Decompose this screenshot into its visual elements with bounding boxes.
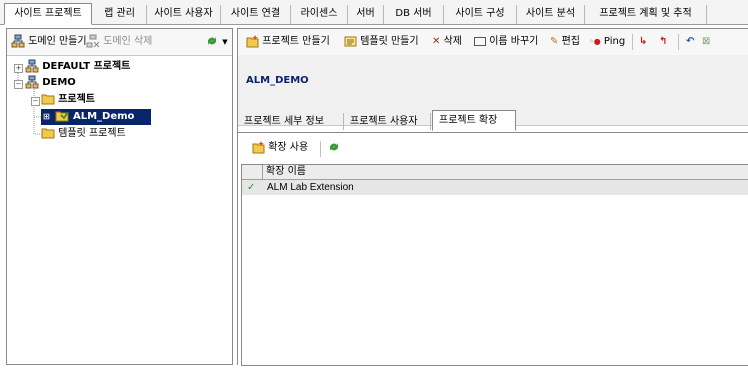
toolbar-separator (678, 34, 679, 50)
tab-servers[interactable]: 서버 (348, 5, 384, 24)
ping-button[interactable]: ◦● Ping (589, 34, 625, 50)
enable-extension-label: 확장 사용 (268, 142, 309, 153)
extension-icon (252, 140, 265, 154)
tree-label: ALM_Demo (72, 111, 135, 122)
create-template-label: 템플릿 만들기 (360, 36, 419, 47)
edit-label: 편집 (561, 36, 580, 47)
tab-project-extensions[interactable]: 프로젝트 확장 (432, 110, 516, 131)
edit-button[interactable]: ✎ 편집 (550, 34, 580, 50)
tab-site-analysis[interactable]: 사이트 분석 (517, 5, 585, 24)
create-template-button[interactable]: 템플릿 만들기 (344, 34, 419, 50)
project-detail-pane: 프로젝트 만들기 템플릿 만들기 ✕ 삭제 이름 바꾸기 ✎ 편집 ◦● Pin… (237, 28, 748, 366)
page-title: ALM_DEMO (246, 75, 309, 86)
delete-domain-label: 도메인 삭제 (103, 36, 153, 47)
top-tab-strip: 사이트 프로젝트 랩 관리 사이트 사용자 사이트 연결 라이센스 서버 DB … (0, 0, 748, 25)
tab-site-users[interactable]: 사이트 사용자 (147, 5, 221, 24)
new-project-icon (246, 34, 259, 48)
tab-project-planning[interactable]: 프로젝트 계획 및 추적 (585, 5, 707, 24)
rename-button[interactable]: 이름 바꾸기 (474, 34, 538, 50)
move-right-icon[interactable]: ↳ (639, 34, 647, 50)
refresh-dropdown-button[interactable]: ▼ (205, 34, 228, 50)
create-domain-label: 도메인 만들기 (28, 36, 87, 47)
tree-connector-lines (17, 73, 42, 135)
create-project-label: 프로젝트 만들기 (262, 36, 330, 47)
tab-site-connections[interactable]: 사이트 연결 (221, 5, 291, 24)
delete-button[interactable]: ✕ 삭제 (432, 34, 462, 50)
extensions-grid: 확장 이름 ✓ ALM Lab Extension (241, 164, 748, 366)
tab-site-configuration[interactable]: 사이트 구성 (444, 5, 517, 24)
project-tree-pane: 도메인 만들기 도메인 삭제 ▼ + DEFAULT 프로젝트 − DEMO −… (6, 28, 233, 365)
ping-label: Ping (603, 36, 626, 47)
template-icon (344, 35, 357, 48)
project-sub-tabs: 프로젝트 세부 정보 프로젝트 사용자 프로젝트 확장 (238, 109, 748, 131)
extension-name-column-header[interactable]: 확장 이름 (266, 165, 306, 179)
pencil-icon: ✎ (550, 36, 559, 47)
tab-licenses[interactable]: 라이센스 (291, 5, 348, 24)
delete-domain-button[interactable]: 도메인 삭제 (86, 34, 152, 50)
delete-label: 삭제 (443, 36, 462, 47)
domain-delete-icon (86, 34, 100, 48)
extension-name-cell: ALM Lab Extension (267, 182, 354, 193)
ping-icon: ◦● (589, 37, 601, 46)
extensions-toolbar: 확장 사용 (238, 133, 748, 161)
tab-project-details[interactable]: 프로젝트 세부 정보 (238, 113, 344, 130)
extensions-panel: 확장 사용 확장 이름 ✓ ALM Lab Extension (238, 132, 748, 366)
enable-extension-button[interactable]: 확장 사용 (252, 140, 308, 156)
tab-db-servers[interactable]: DB 서버 (384, 5, 444, 24)
site-admin-window: 사이트 프로젝트 랩 관리 사이트 사용자 사이트 연결 라이센스 서버 DB … (0, 0, 748, 369)
tab-project-users[interactable]: 프로젝트 사용자 (344, 113, 431, 130)
toolbar-separator (632, 34, 633, 50)
table-row[interactable]: ✓ ALM Lab Extension (242, 180, 748, 195)
move-left-icon[interactable]: ↰ (659, 34, 667, 50)
delete-icon: ✕ (432, 36, 441, 47)
tab-lab-management[interactable]: 랩 관리 (93, 5, 147, 24)
checkmark-icon: ✓ (247, 182, 256, 193)
check-column-header (242, 165, 263, 179)
undo-icon[interactable]: ↶ (686, 34, 694, 50)
toolbar-separator (320, 141, 321, 157)
refresh-button[interactable] (327, 140, 341, 156)
refresh-icon (205, 34, 219, 48)
chevron-down-icon: ▼ (222, 38, 228, 46)
create-project-button[interactable]: 프로젝트 만들기 (246, 34, 330, 50)
left-toolbar: 도메인 만들기 도메인 삭제 ▼ (7, 29, 232, 56)
tab-site-projects[interactable]: 사이트 프로젝트 (4, 3, 92, 25)
close-box-icon[interactable]: ⊠ (702, 34, 710, 50)
rename-label: 이름 바꾸기 (489, 36, 539, 47)
tree-label: 템플릿 프로젝트 (58, 128, 126, 139)
rename-icon (474, 36, 486, 46)
domain-icon (11, 34, 25, 48)
refresh-icon (327, 140, 341, 154)
project-toolbar: 프로젝트 만들기 템플릿 만들기 ✕ 삭제 이름 바꾸기 ✎ 편집 ◦● Pin… (238, 28, 748, 56)
create-domain-button[interactable]: 도메인 만들기 (11, 34, 87, 50)
grid-header: 확장 이름 (242, 165, 748, 180)
